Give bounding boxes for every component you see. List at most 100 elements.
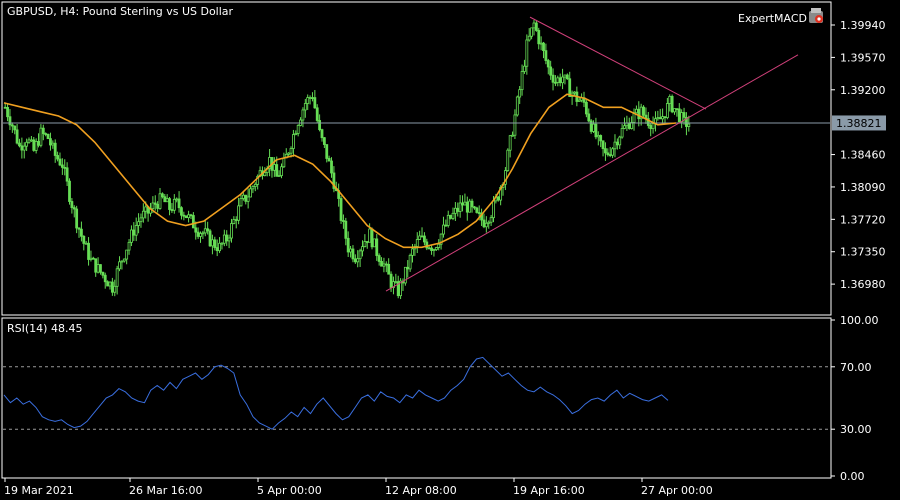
candle-body [137,221,140,226]
candle-body [15,129,19,144]
candle-body [606,152,610,156]
candle-body [77,227,81,230]
candle-body [110,281,114,293]
candle-body [184,215,188,219]
moving-average [3,93,677,249]
candle-body [175,198,179,201]
lower-trendline [385,54,799,292]
candle-body [44,133,48,135]
candle-body [141,210,145,219]
candle-body [446,214,450,226]
moving-average-line [3,93,677,249]
candle-body [215,247,219,252]
candle-body [218,242,221,252]
candle-body [394,281,398,284]
candle-body [237,205,241,221]
candle-body [72,207,76,210]
candle-body [432,249,436,251]
candle-body [346,237,350,253]
candle-body [677,108,681,123]
candle-body [132,229,136,236]
candle-body [356,258,360,263]
candle-body [358,250,362,260]
candle-body [225,234,229,242]
candle-body [101,271,105,276]
candle-body [327,158,331,162]
candle-body [482,219,486,228]
candle-body [277,175,281,178]
candle-body [592,123,595,132]
candle-body [551,74,555,83]
candle-body [122,258,126,262]
candle-body [34,141,38,151]
candle-body [611,148,614,156]
candle-body [239,198,243,207]
candle-body [623,125,626,129]
candle-body [177,198,181,209]
expert-hat-icon[interactable] [809,8,823,23]
candle-body [420,235,424,238]
candle-body [620,128,624,138]
candle-body [484,222,488,228]
candle-body [68,180,71,202]
candle-body [442,224,445,235]
candle-body [463,201,467,206]
rsi-panel-frame [1,317,832,479]
candle-body [477,212,481,214]
candle-body [656,117,660,120]
candle-body [408,254,412,270]
candle-body [330,160,333,174]
chart-canvas[interactable]: 1.39940 1.39570 1.39200 1.38460 1.38090 1.377… [0,0,900,500]
candle-body [208,230,212,247]
candle-body [244,194,248,202]
candle-body [618,136,622,146]
candle-body [306,97,310,104]
candle-body [311,97,314,99]
candle-body [520,71,524,91]
candle-body [108,281,112,287]
rsi-tick-label: 30.00 [840,423,872,436]
candle-body [668,96,672,104]
candle-body [344,220,348,239]
candle-body [25,141,29,147]
candle-body [272,164,276,171]
candle-body [22,145,26,151]
candle-body [496,196,500,201]
expert-advisor-label[interactable]: ExpertMACD [738,12,807,25]
candle-body [635,108,638,114]
candle-body [375,238,379,256]
candle-body [430,247,433,251]
candle-body [515,96,519,116]
candle-body [451,212,455,219]
candle-body [315,107,319,121]
candle-body [489,217,493,223]
candle-body [561,76,564,84]
triangle-trendlines[interactable] [385,16,799,292]
candle-body [380,261,383,267]
candle-body [203,228,207,234]
candle-body [289,148,293,154]
candle-body [418,235,422,240]
candle-body [27,139,31,143]
current-price-tag: 1.38821 [832,115,886,131]
candle-body [670,96,674,113]
price-tick-label: 1.37350 [840,246,886,259]
candle-body [322,137,326,145]
candle-body [263,172,267,176]
price-axis: 1.39940 1.39570 1.39200 1.38460 1.38090 1.377… [840,19,886,291]
candle-body [372,238,376,248]
candle-body [377,255,381,262]
candle-body [384,263,388,266]
candle-body [127,241,131,251]
candle-body [406,266,410,270]
candle-body [32,139,36,151]
candle-body [49,138,52,146]
candle-body [387,263,391,275]
candle-body [544,50,548,61]
candle-body [156,203,160,209]
price-tick-label: 1.38460 [840,149,886,162]
candle-body [282,157,286,168]
candle-body [230,223,233,239]
candle-body [546,60,550,68]
chart-title: GBPUSD, H4: Pound Sterling vs US Dollar [7,5,234,18]
